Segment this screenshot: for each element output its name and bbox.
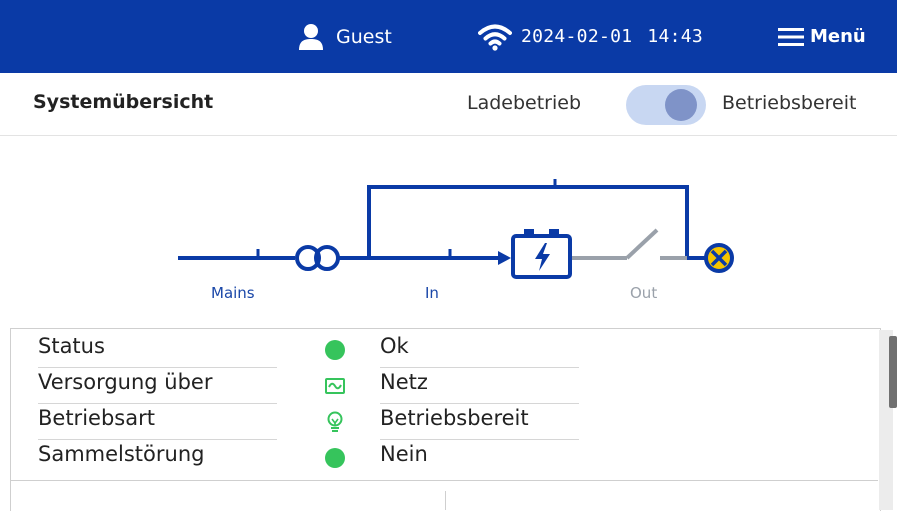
battery-charge-icon[interactable] <box>511 229 572 279</box>
label-out: Out <box>630 284 658 302</box>
mode-toggle[interactable] <box>626 85 706 125</box>
toggle-knob <box>665 89 697 121</box>
user-name: Guest <box>336 25 392 48</box>
system-diagram: Mains In Out <box>0 140 897 325</box>
supply-row: Versorgung über Netz <box>11 367 611 404</box>
transformer-icon[interactable] <box>295 245 340 271</box>
panel-column-divider <box>445 491 446 510</box>
label-mains: Mains <box>211 284 255 302</box>
scrollbar-thumb[interactable] <box>889 336 897 408</box>
hamburger-icon <box>778 27 804 46</box>
operating-mode-row: Betriebsart Betriebsbereit <box>11 403 611 440</box>
status-row: Status Ok <box>11 331 611 368</box>
date-text: 2024-02-01 <box>521 26 633 47</box>
supply-value: Netz <box>380 370 428 394</box>
lamp-icon[interactable] <box>704 243 734 273</box>
mode-label-charging: Ladebetrieb <box>467 92 582 114</box>
menu-label: Menü <box>810 26 866 47</box>
status-value: Ok <box>380 334 409 358</box>
datetime-indicator: 2024-02-01 14:43 <box>478 0 703 73</box>
collective-fault-label: Sammelstörung <box>38 442 205 466</box>
user-icon <box>299 23 323 50</box>
status-panel: Status Ok Versorgung über Netz Betriebsa… <box>10 328 881 511</box>
time-text: 14:43 <box>647 26 704 47</box>
label-in: In <box>425 284 439 302</box>
collective-fault-value: Nein <box>380 442 428 466</box>
wifi-icon <box>478 24 512 51</box>
collective-fault-row: Sammelstörung Nein <box>11 439 611 475</box>
menu-button[interactable]: Menü <box>778 0 866 73</box>
fault-ok-icon <box>324 447 346 469</box>
status-ok-icon <box>324 339 346 361</box>
lightbulb-icon <box>324 411 346 433</box>
status-label: Status <box>38 334 105 358</box>
top-bar: Guest 2024-02-01 14:43 Menü <box>0 0 897 73</box>
flow-arrow-icon <box>498 251 511 265</box>
mains-sine-icon <box>324 375 346 397</box>
operating-mode-value: Betriebsbereit <box>380 406 529 430</box>
output-switch-icon[interactable] <box>625 228 659 260</box>
title-row: Systemübersicht Ladebetrieb Betriebsbere… <box>0 73 897 136</box>
panel-divider <box>11 480 878 481</box>
operating-mode-label: Betriebsart <box>38 406 155 430</box>
user-indicator[interactable]: Guest <box>298 0 392 73</box>
diagram-svg <box>178 179 734 279</box>
supply-label: Versorgung über <box>38 370 213 394</box>
mode-label-ready: Betriebsbereit <box>722 92 857 114</box>
page-title: Systemübersicht <box>33 91 214 113</box>
